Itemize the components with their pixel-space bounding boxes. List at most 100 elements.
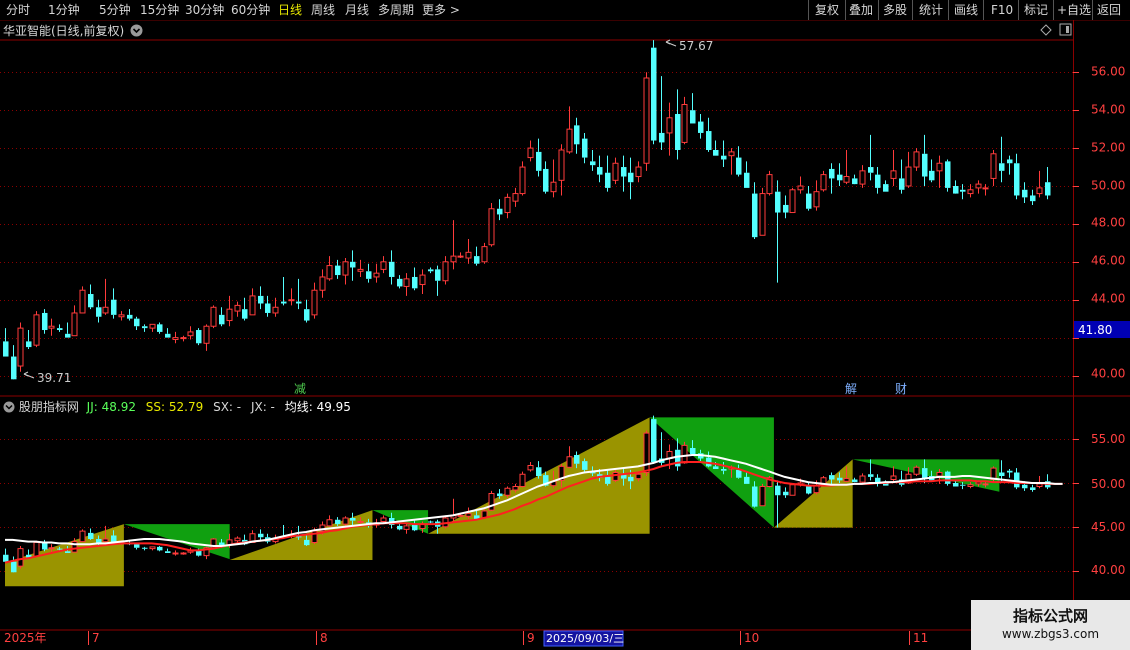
candle-body: [953, 483, 959, 487]
price-candle: [512, 187, 519, 207]
candle-body: [721, 155, 727, 160]
candle-body: [713, 149, 719, 156]
indicator-candle: [149, 546, 156, 551]
candle-body: [605, 172, 611, 188]
price-candle: [180, 335, 187, 342]
candle-body: [929, 170, 935, 181]
price-candle: [33, 311, 40, 348]
price-candle: [304, 299, 310, 323]
price-candle: [48, 318, 55, 336]
candle-body: [922, 468, 928, 479]
candle-body: [265, 303, 271, 313]
price-candle: [775, 180, 781, 283]
price-candle: [435, 265, 441, 296]
indicator-candle: [759, 483, 766, 507]
price-candle: [883, 180, 889, 192]
price-candle: [296, 278, 302, 310]
candle-body: [26, 341, 32, 348]
indicator-candle: [536, 461, 542, 479]
candle-body: [134, 544, 140, 548]
event-marker-unlock[interactable]: 解: [845, 382, 857, 396]
indicator-candle: [157, 546, 163, 552]
candle-body: [744, 172, 750, 188]
event-marker-finance[interactable]: 财: [895, 382, 907, 396]
date-axis: 2025年 7 8 9 10 11: [4, 631, 928, 645]
indicator-candle: [1014, 468, 1020, 490]
candle-body: [79, 289, 86, 314]
price-candle: [350, 250, 356, 281]
candle-body: [905, 166, 912, 187]
candle-body: [852, 178, 858, 185]
diamond-icon[interactable]: [1040, 24, 1052, 36]
price-candle: [628, 157, 634, 200]
candle-body: [628, 172, 634, 183]
price-candle: [210, 305, 217, 329]
candle-body: [1014, 163, 1020, 196]
price-candle: [706, 117, 712, 152]
price-candle: [71, 305, 78, 337]
price-candle: [813, 180, 820, 211]
price-tick: 48.00: [1091, 216, 1125, 230]
candle-body: [319, 276, 326, 291]
candle-body: [690, 110, 696, 124]
candle-body: [65, 333, 71, 338]
price-candle: [380, 256, 387, 274]
price-candle: [465, 239, 472, 264]
candle-body: [543, 168, 549, 192]
candle-body: [397, 525, 403, 530]
price-candle: [26, 330, 32, 349]
candle-body: [512, 193, 519, 202]
candle-body: [967, 484, 974, 487]
indicator-candle: [643, 430, 650, 476]
price-candle: [982, 184, 989, 196]
candle-body: [766, 174, 773, 195]
candle-body: [288, 299, 295, 302]
price-candle: [859, 165, 866, 188]
candle-body: [690, 448, 696, 455]
candle-body: [574, 125, 580, 145]
kline-chart[interactable]: 56.00 54.00 52.00 50.00 48.00 46.00 44.0…: [0, 0, 1130, 650]
price-candle: [675, 89, 681, 160]
candle-body: [111, 299, 117, 315]
price-candle: [281, 276, 287, 306]
candle-body: [1045, 182, 1051, 196]
indicator-candle: [875, 474, 881, 487]
indicator-candle: [17, 546, 24, 569]
price-candle: [852, 174, 858, 185]
price-candle: [929, 159, 935, 183]
price-candle: [605, 155, 611, 192]
candle-body: [783, 204, 789, 213]
candle-body: [1036, 483, 1043, 487]
price-candle: [335, 259, 341, 279]
candle-body: [142, 326, 148, 329]
candle-body: [512, 486, 519, 491]
candle-body: [428, 521, 434, 523]
price-candle: [187, 326, 194, 340]
price-candle: [820, 170, 827, 192]
candle-body: [843, 478, 850, 482]
candle-body: [435, 269, 441, 281]
candle-body: [837, 477, 843, 481]
candle-body: [419, 274, 426, 286]
indicator-candle: [180, 552, 187, 555]
window-toggle-icon[interactable]: [1059, 23, 1072, 36]
candle-body: [982, 187, 989, 190]
price-candle: [450, 220, 457, 270]
candle-body: [566, 456, 573, 468]
price-candle: [574, 117, 580, 154]
event-marker-reduce[interactable]: 减: [294, 382, 306, 396]
price-candle: [428, 267, 434, 274]
candle-body: [481, 246, 488, 263]
indicator-candle: [33, 540, 40, 558]
price-candle: [721, 140, 727, 168]
candle-body: [187, 331, 194, 337]
candle-body: [797, 185, 804, 191]
candle-body: [999, 472, 1005, 476]
indicator-candle: [11, 556, 17, 573]
candle-body: [960, 189, 966, 192]
price-candle: [806, 186, 812, 211]
price-candle: [288, 288, 295, 306]
candle-body: [380, 517, 387, 522]
indicator-candle: [258, 529, 264, 540]
price-candle: [612, 157, 619, 185]
